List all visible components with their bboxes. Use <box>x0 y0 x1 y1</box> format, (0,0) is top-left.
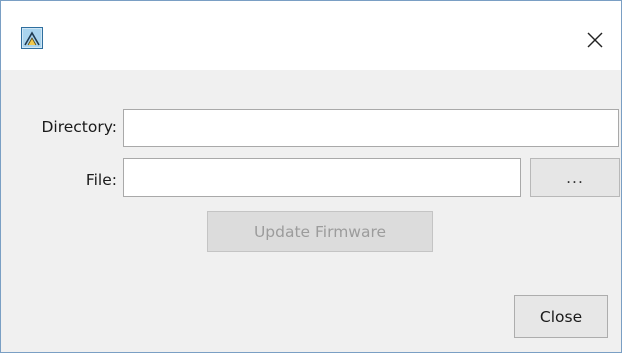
directory-input[interactable] <box>123 109 619 147</box>
title-bar[interactable] <box>1 1 621 70</box>
file-input[interactable] <box>123 158 521 197</box>
app-logo-icon <box>21 27 43 49</box>
close-icon[interactable] <box>582 27 608 53</box>
file-label: File: <box>85 171 117 189</box>
browse-button[interactable]: ... <box>530 158 620 197</box>
close-button[interactable]: Close <box>514 295 608 338</box>
update-firmware-button[interactable]: Update Firmware <box>207 211 433 252</box>
firmware-update-dialog: Directory: File: ... Update Firmware Clo… <box>0 0 622 353</box>
dialog-body: Directory: File: ... Update Firmware Clo… <box>1 70 621 352</box>
directory-label: Directory: <box>41 118 117 136</box>
